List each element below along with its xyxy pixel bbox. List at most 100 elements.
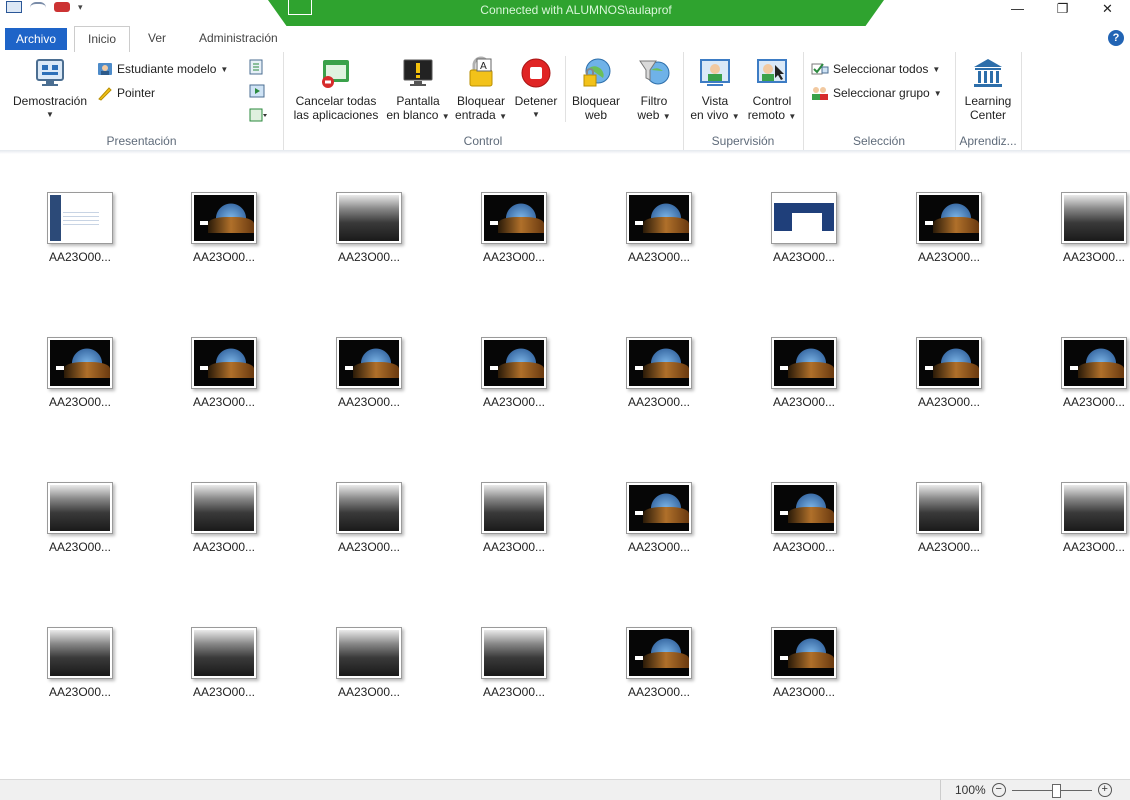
- computer-item[interactable]: AA23O00...: [904, 482, 994, 554]
- tab-inicio[interactable]: Inicio: [74, 26, 130, 53]
- screen-preview: [919, 340, 979, 386]
- tab-ver[interactable]: Ver: [148, 26, 166, 51]
- pantalla-blanco-button[interactable]: Pantalla en blanco ▼: [383, 56, 453, 124]
- filtro-web-button[interactable]: Filtro web ▼: [627, 56, 681, 124]
- computer-thumbnail[interactable]: [481, 192, 547, 244]
- computer-thumbnail[interactable]: [336, 337, 402, 389]
- pointer-button[interactable]: Pointer: [97, 84, 155, 102]
- computer-item[interactable]: AA23O00...: [614, 337, 704, 409]
- computer-item[interactable]: AA23O00...: [759, 192, 849, 264]
- seleccionar-grupo-button[interactable]: Seleccionar grupo ▼: [811, 84, 942, 102]
- computer-item[interactable]: AA23O00...: [904, 192, 994, 264]
- minimize-button[interactable]: —: [995, 0, 1040, 22]
- cancelar-aplicaciones-button[interactable]: Cancelar todas las aplicaciones: [289, 56, 383, 122]
- computer-thumbnail[interactable]: [626, 482, 692, 534]
- computer-item[interactable]: AA23O00...: [35, 192, 125, 264]
- computer-item[interactable]: AA23O00...: [614, 192, 704, 264]
- computer-thumbnail[interactable]: [47, 482, 113, 534]
- vista-en-vivo-button[interactable]: Vista en vivo ▼: [687, 56, 743, 124]
- demostracion-button[interactable]: Demostración ▼: [8, 56, 92, 122]
- computer-item[interactable]: AA23O00...: [759, 482, 849, 554]
- zoom-slider[interactable]: [1011, 783, 1092, 798]
- computer-thumbnail[interactable]: [1061, 337, 1127, 389]
- computer-item[interactable]: AA23O00...: [179, 337, 269, 409]
- computer-item[interactable]: AA23O00...: [35, 627, 125, 699]
- qat-dropdown-icon[interactable]: ▾: [78, 2, 83, 12]
- computer-item[interactable]: AA23O00...: [904, 337, 994, 409]
- computer-item[interactable]: AA23O00...: [324, 482, 414, 554]
- computer-item[interactable]: AA23O00...: [179, 482, 269, 554]
- zoom-out-button[interactable]: −: [991, 783, 1006, 797]
- computer-thumbnail[interactable]: [771, 482, 837, 534]
- present-tool-3-icon[interactable]: [248, 106, 268, 127]
- computer-thumbnail[interactable]: [481, 482, 547, 534]
- computer-thumbnail[interactable]: [626, 627, 692, 679]
- close-button[interactable]: ✕: [1085, 0, 1130, 22]
- computer-thumbnail[interactable]: [481, 337, 547, 389]
- computer-item[interactable]: AA23O00...: [324, 192, 414, 264]
- group-control: Cancelar todas las aplicaciones Pantalla…: [283, 52, 684, 150]
- computer-item[interactable]: AA23O00...: [1049, 337, 1130, 409]
- computer-thumbnail[interactable]: [771, 192, 837, 244]
- restore-button[interactable]: ❐: [1040, 0, 1085, 22]
- stop-icon[interactable]: [54, 2, 70, 12]
- computer-item[interactable]: AA23O00...: [469, 482, 559, 554]
- computer-thumbnail[interactable]: [336, 627, 402, 679]
- computer-thumbnail[interactable]: [47, 192, 113, 244]
- computer-thumbnail[interactable]: [1061, 192, 1127, 244]
- computer-item[interactable]: AA23O00...: [614, 482, 704, 554]
- computer-thumbnail[interactable]: [191, 482, 257, 534]
- computer-item[interactable]: AA23O00...: [469, 627, 559, 699]
- bloquear-web-line2: web: [584, 108, 607, 122]
- computer-name: AA23O00...: [627, 540, 691, 554]
- computer-item[interactable]: AA23O00...: [1049, 482, 1130, 554]
- computer-thumbnail[interactable]: [626, 192, 692, 244]
- seleccionar-todos-button[interactable]: Seleccionar todos ▼: [811, 60, 940, 78]
- bloquear-web-button[interactable]: Bloquear web: [565, 56, 626, 122]
- computer-thumbnail[interactable]: [47, 627, 113, 679]
- computer-thumbnail[interactable]: [191, 192, 257, 244]
- computer-thumbnail[interactable]: [191, 337, 257, 389]
- computer-thumbnail[interactable]: [1061, 482, 1127, 534]
- computer-item[interactable]: AA23O00...: [1049, 192, 1130, 264]
- computer-item[interactable]: AA23O00...: [35, 482, 125, 554]
- tab-archivo[interactable]: Archivo: [5, 28, 67, 50]
- bloquear-entrada-button[interactable]: A Bloquear entrada ▼: [453, 56, 509, 124]
- computer-thumbnail[interactable]: [47, 337, 113, 389]
- computer-thumbnail[interactable]: [916, 337, 982, 389]
- computer-thumbnail[interactable]: [916, 482, 982, 534]
- learning-center-button[interactable]: Learning Center: [957, 56, 1019, 122]
- computer-item[interactable]: AA23O00...: [759, 337, 849, 409]
- computer-item[interactable]: AA23O00...: [35, 337, 125, 409]
- computer-item[interactable]: AA23O00...: [179, 627, 269, 699]
- computer-thumbnail[interactable]: [626, 337, 692, 389]
- computer-item[interactable]: AA23O00...: [614, 627, 704, 699]
- connection-banner: Connected with ALUMNOS\aulaprof: [268, 0, 884, 26]
- computer-thumbnail[interactable]: [771, 627, 837, 679]
- computer-item[interactable]: AA23O00...: [324, 337, 414, 409]
- undo-icon[interactable]: [30, 2, 46, 12]
- app-icon[interactable]: [6, 1, 22, 13]
- estudiante-modelo-button[interactable]: Estudiante modelo ▼: [97, 60, 228, 78]
- computer-item[interactable]: AA23O00...: [759, 627, 849, 699]
- zoom-in-button[interactable]: +: [1097, 783, 1112, 797]
- computer-thumbnail[interactable]: [771, 337, 837, 389]
- present-tool-1-icon[interactable]: [248, 58, 266, 79]
- control-remoto-button[interactable]: Control remoto ▼: [743, 56, 801, 124]
- computer-item[interactable]: AA23O00...: [469, 337, 559, 409]
- tab-administracion[interactable]: Administración: [199, 26, 278, 51]
- computer-thumbnail[interactable]: [191, 627, 257, 679]
- computer-item[interactable]: AA23O00...: [179, 192, 269, 264]
- detener-button[interactable]: Detener ▼: [509, 56, 563, 122]
- computer-thumbnail[interactable]: [916, 192, 982, 244]
- zoom-slider-handle[interactable]: [1051, 783, 1061, 798]
- computer-name: AA23O00...: [192, 250, 256, 264]
- computer-item[interactable]: AA23O00...: [324, 627, 414, 699]
- computer-item[interactable]: AA23O00...: [469, 192, 559, 264]
- present-tool-2-icon[interactable]: [248, 82, 266, 103]
- computer-thumbnail[interactable]: [336, 192, 402, 244]
- help-icon[interactable]: ?: [1108, 30, 1124, 46]
- funnel-globe-icon: [637, 56, 671, 90]
- computer-thumbnail[interactable]: [336, 482, 402, 534]
- computer-thumbnail[interactable]: [481, 627, 547, 679]
